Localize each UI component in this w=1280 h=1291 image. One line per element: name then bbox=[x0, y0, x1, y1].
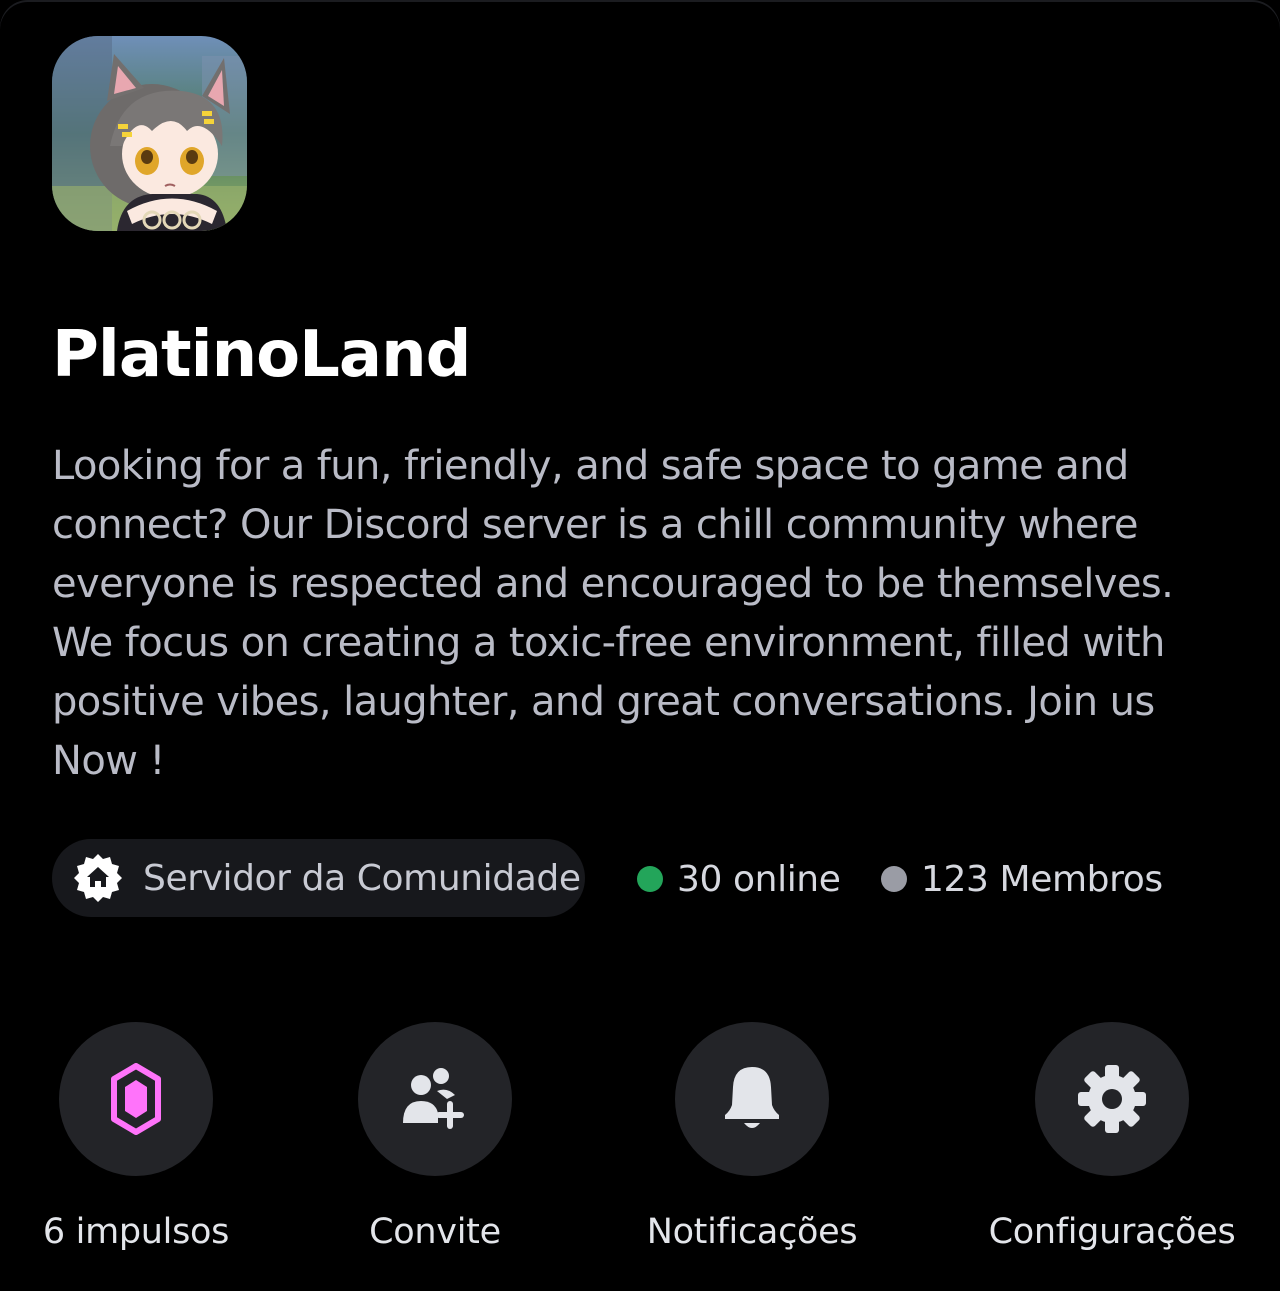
settings-circle[interactable] bbox=[1035, 1022, 1189, 1176]
online-count: 30 online bbox=[637, 856, 841, 902]
invite-label: Convite bbox=[369, 1212, 501, 1252]
community-home-icon bbox=[72, 852, 124, 904]
settings-label: Configurações bbox=[988, 1212, 1236, 1252]
boosts-label: 6 impulsos bbox=[42, 1212, 230, 1252]
server-description: Looking for a fun, friendly, and safe sp… bbox=[52, 443, 1174, 784]
member-count: 123 Membros bbox=[881, 856, 1163, 902]
notifications-button[interactable]: Notificações bbox=[602, 1022, 902, 1252]
server-name: PlatinoLand bbox=[52, 318, 471, 392]
notifications-circle[interactable] bbox=[675, 1022, 829, 1176]
member-count-label: 123 Membros bbox=[921, 858, 1163, 900]
boosts-button[interactable]: 6 impulsos bbox=[0, 1022, 286, 1252]
boosts-circle[interactable] bbox=[59, 1022, 213, 1176]
bell-icon bbox=[725, 1067, 779, 1128]
online-status-dot bbox=[637, 866, 663, 892]
server-avatar-image bbox=[52, 36, 247, 231]
notifications-label: Notificações bbox=[646, 1212, 858, 1252]
gear-icon bbox=[1078, 1065, 1146, 1133]
community-server-label: Servidor da Comunidade bbox=[143, 857, 581, 899]
server-icon[interactable] bbox=[52, 36, 247, 231]
add-friend-icon bbox=[403, 1068, 464, 1129]
boost-gem-icon bbox=[111, 1063, 161, 1135]
online-count-label: 30 online bbox=[677, 858, 841, 900]
invite-circle[interactable] bbox=[358, 1022, 512, 1176]
invite-button[interactable]: Convite bbox=[285, 1022, 585, 1252]
server-info-sheet: PlatinoLand Looking for a fun, friendly,… bbox=[0, 0, 1280, 1291]
settings-button[interactable]: Configurações bbox=[962, 1022, 1262, 1252]
community-server-badge[interactable]: Servidor da Comunidade bbox=[52, 839, 585, 917]
members-status-dot bbox=[881, 866, 907, 892]
